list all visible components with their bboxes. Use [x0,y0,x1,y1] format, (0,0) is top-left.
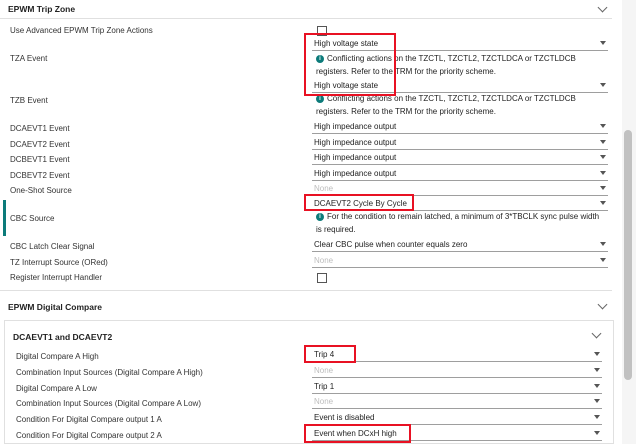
dcbevt2-event-label: DCBEVT2 Event [10,171,70,180]
active-row-indicator [3,200,6,236]
section-divider [0,290,612,291]
cbc-latch-clear-select[interactable]: Clear CBC pulse when counter equals zero [312,239,608,252]
dc-a-low-select[interactable]: Trip 1 [312,381,602,394]
combo-a-high-value: None [314,366,334,375]
highlight-box [304,33,396,96]
chevron-down-icon [600,124,606,128]
highlight-box [304,194,414,211]
chevron-down-icon [600,83,606,87]
chevron-down-icon [600,171,606,175]
cbc-latch-clear-value: Clear CBC pulse when counter equals zero [314,240,468,249]
register-interrupt-checkbox[interactable] [317,273,327,283]
chevron-down-icon [594,415,600,419]
dcaevt1-event-label: DCAEVT1 Event [10,124,70,133]
dcaevt2-event-label: DCAEVT2 Event [10,140,70,149]
trip-zone-title: EPWM Trip Zone [8,4,76,14]
use-advanced-label: Use Advanced EPWM Trip Zone Actions [10,26,153,35]
cond-out2a-label: Condition For Digital Compare output 2 A [16,431,162,440]
info-text: For the condition to remain latched, a m… [327,212,600,221]
dcaevt1-event-value: High impedance output [314,122,397,131]
chevron-down-icon [600,201,606,205]
cbc-source-label: CBC Source [10,214,55,223]
chevron-down-icon [600,186,606,190]
combo-a-low-label: Combination Input Sources (Digital Compa… [16,399,201,408]
chevron-down-icon [600,140,606,144]
chevron-down-icon [600,41,606,45]
chevron-down-icon [600,258,606,262]
register-interrupt-label: Register Interrupt Handler [10,273,103,282]
dc-a-high-label: Digital Compare A High [16,352,99,361]
cond-out1a-label: Condition For Digital Compare output 1 A [16,415,162,424]
dcbevt1-event-label: DCBEVT1 Event [10,155,70,164]
chevron-down-icon [600,155,606,159]
one-shot-source-label: One-Shot Source [10,186,72,195]
chevron-down-icon [594,384,600,388]
chevron-down-icon [594,352,600,356]
dcbevt2-event-value: High impedance output [314,169,397,178]
combo-a-low-select[interactable]: None [312,396,602,409]
dcaevt2-event-select[interactable]: High impedance output [312,137,608,150]
tza-event-label: TZA Event [10,54,48,63]
info-circle-icon: i [316,94,324,103]
dcbevt2-event-select[interactable]: High impedance output [312,168,608,181]
dc-a-low-value: Trip 1 [314,382,335,391]
chevron-down-icon [594,431,600,435]
dcaevt1-event-select[interactable]: High impedance output [312,121,608,134]
highlight-box [304,345,356,363]
chevron-down-icon [594,368,600,372]
info-circle-icon: i [316,212,324,221]
scrollbar-thumb[interactable] [624,130,632,380]
divider [0,18,612,19]
dcbevt1-event-select[interactable]: High impedance output [312,152,608,165]
combo-a-high-label: Combination Input Sources (Digital Compa… [16,368,203,377]
dcbevt1-event-value: High impedance output [314,153,397,162]
chevron-down-icon [594,399,600,403]
info-text: is required. [316,225,356,234]
digital-compare-collapse-icon[interactable] [597,299,608,310]
tz-interrupt-source-label: TZ Interrupt Source (ORed) [10,258,108,267]
dcaevt-subtitle: DCAEVT1 and DCAEVT2 [13,332,113,342]
digital-compare-title: EPWM Digital Compare [8,302,102,312]
cbc-source-info: i For the condition to remain latched, a … [316,210,599,236]
info-text: registers. Refer to the TRM for the prio… [316,107,496,116]
tz-interrupt-source-value: None [314,256,334,265]
cbc-latch-clear-label: CBC Latch Clear Signal [10,242,95,251]
highlight-box [304,424,411,443]
dcaevt2-event-value: High impedance output [314,138,397,147]
tz-interrupt-source-select[interactable]: None [312,255,608,268]
combo-a-low-value: None [314,397,334,406]
cond-out1a-value: Event is disabled [314,413,375,422]
trip-zone-collapse-icon[interactable] [597,2,608,13]
dc-a-low-label: Digital Compare A Low [16,384,97,393]
tzb-event-label: TZB Event [10,96,48,105]
combo-a-high-select[interactable]: None [312,365,602,378]
chevron-down-icon [600,242,606,246]
